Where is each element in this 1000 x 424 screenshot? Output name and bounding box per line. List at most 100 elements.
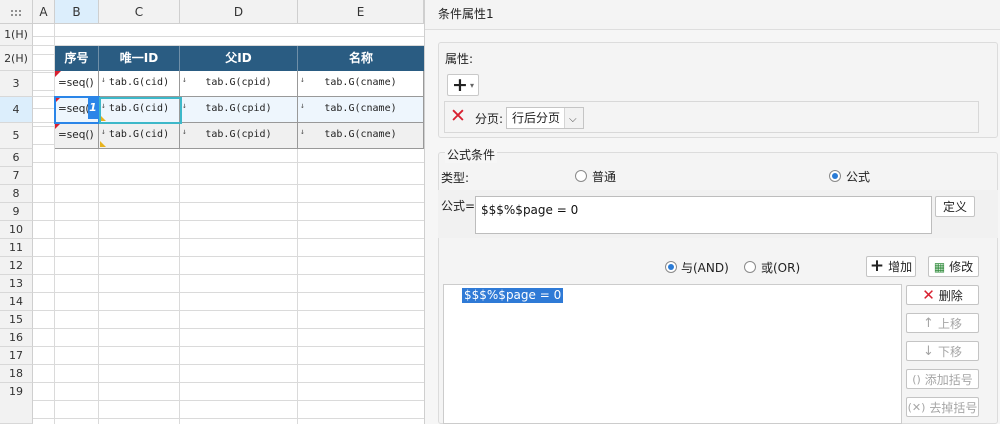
select-all-corner[interactable]	[0, 0, 33, 24]
row-header[interactable]: 17	[0, 347, 33, 365]
plus-icon: +	[452, 74, 468, 96]
yellow-corner-marker	[100, 141, 106, 147]
page-break-select[interactable]: 行后分页 ⌵	[506, 107, 584, 129]
cell-text: tab.G(cpid)	[205, 77, 272, 88]
row-header[interactable]: 5	[0, 123, 33, 149]
table-header-cell[interactable]: 名称	[298, 46, 424, 71]
grid-line	[179, 149, 180, 424]
remove-parentheses-button[interactable]: (✕) 去掉括号	[906, 397, 979, 417]
expand-down-icon: ↓	[101, 75, 106, 84]
grid-line	[33, 70, 55, 71]
formula-input[interactable]: $$$%$page = 0	[475, 196, 932, 234]
cell-text: tab.G(cid)	[108, 77, 170, 88]
move-up-button[interactable]: ↑ 上移	[906, 313, 979, 333]
row-header[interactable]: 1(H)	[0, 24, 33, 46]
row-header[interactable]: 8	[0, 185, 33, 203]
row-header[interactable]: 12	[0, 257, 33, 275]
parentheses-icon: ()	[912, 372, 921, 386]
page-break-label: 分页:	[475, 112, 504, 126]
condition-list-item[interactable]: $$$%$page = 0	[462, 288, 564, 303]
type-normal-label[interactable]: 普通	[592, 168, 616, 185]
data-cell[interactable]: ↓ tab.G(cpid)	[180, 97, 298, 123]
data-cell[interactable]: ↓ tab.G(cname)	[298, 97, 424, 123]
logic-and-radio[interactable]	[665, 261, 677, 273]
column-header-c[interactable]: C	[99, 0, 180, 24]
cell-text: =seq()	[58, 77, 94, 89]
add-property-button[interactable]: + ▾	[447, 74, 479, 96]
row-header[interactable]: 19	[0, 383, 33, 424]
column-header-d[interactable]: D	[180, 0, 298, 24]
delete-button[interactable]: ✕ 删除	[906, 285, 979, 305]
modify-button[interactable]: ▦ 修改	[928, 256, 979, 277]
move-down-label: 下移	[937, 344, 962, 359]
column-header-e[interactable]: E	[298, 0, 424, 24]
chevron-down-icon: ▾	[470, 81, 475, 90]
delete-button-label: 删除	[938, 288, 963, 303]
grid-line	[33, 96, 55, 97]
move-down-button[interactable]: ↓ 下移	[906, 341, 979, 361]
define-button[interactable]: 定义	[935, 196, 975, 217]
row-header[interactable]: 14	[0, 293, 33, 311]
data-cell[interactable]: ↓ tab.G(cpid)	[180, 71, 298, 97]
expand-down-icon: ↓	[300, 75, 305, 84]
expand-down-icon: ↓	[182, 127, 187, 136]
row-header[interactable]: 15	[0, 311, 33, 329]
row-header[interactable]: 3	[0, 71, 33, 97]
page-break-value: 行后分页	[512, 111, 561, 125]
cell-text: =seq()	[58, 129, 94, 141]
red-corner-marker	[55, 71, 61, 77]
data-cell[interactable]: ↓ tab.G(cpid)	[180, 123, 298, 149]
row-header[interactable]: 18	[0, 365, 33, 383]
column-header-b[interactable]: B	[55, 0, 99, 24]
logic-or-label[interactable]: 或(OR)	[761, 259, 800, 276]
red-x-icon: ✕	[450, 105, 466, 127]
row-header[interactable]: 6	[0, 149, 33, 167]
data-cell[interactable]: ↓ tab.G(cid)	[99, 71, 180, 97]
data-cell[interactable]: =seq()	[55, 71, 99, 97]
row-header[interactable]: 16	[0, 329, 33, 347]
row-header[interactable]: 4	[0, 97, 33, 123]
grid-line	[98, 149, 99, 424]
data-cell[interactable]: ↓ tab.G(cid)	[99, 123, 180, 149]
table-header-cell[interactable]: 唯一ID	[99, 46, 180, 71]
properties-label: 属性:	[445, 52, 474, 66]
add-parentheses-label: 添加括号	[924, 372, 973, 387]
type-formula-label[interactable]: 公式	[846, 168, 870, 185]
panel-titlebar	[425, 0, 1000, 30]
secondary-selection-outline	[99, 97, 182, 124]
add-button-label: 增加	[888, 260, 913, 274]
data-cell[interactable]: =seq()	[55, 123, 99, 149]
row-header[interactable]: 13	[0, 275, 33, 293]
grid-line	[297, 149, 298, 424]
cell-text: tab.G(cpid)	[205, 103, 272, 114]
cell-text: tab.G(cpid)	[205, 129, 272, 140]
row-header[interactable]: 9	[0, 203, 33, 221]
row-header[interactable]: 10	[0, 221, 33, 239]
add-button[interactable]: + 增加	[866, 256, 916, 277]
column-header-a[interactable]: A	[33, 0, 55, 24]
type-normal-radio[interactable]	[575, 170, 587, 182]
table-header-cell[interactable]: 序号	[55, 46, 99, 71]
row-header[interactable]: 11	[0, 239, 33, 257]
logic-and-label[interactable]: 与(AND)	[681, 259, 729, 276]
modify-button-label: 修改	[949, 260, 974, 274]
type-label: 类型:	[441, 171, 470, 185]
data-cell[interactable]: ↓ tab.G(cname)	[298, 123, 424, 149]
arrow-up-icon: ↑	[923, 315, 934, 331]
cell-text: tab.G(cname)	[324, 103, 397, 114]
expand-down-icon: ↓	[300, 127, 305, 136]
type-formula-radio[interactable]	[829, 170, 841, 182]
row-header[interactable]: 7	[0, 167, 33, 185]
row-header[interactable]: 2(H)	[0, 46, 33, 71]
move-up-label: 上移	[937, 316, 962, 331]
expand-down-icon: ↓	[182, 75, 187, 84]
logic-or-radio[interactable]	[744, 261, 756, 273]
remove-property-button[interactable]: ✕	[447, 105, 469, 129]
formula-condition-label: 公式条件	[445, 146, 498, 163]
data-cell[interactable]: ↓ tab.G(cname)	[298, 71, 424, 97]
cell-text: tab.G(cid)	[108, 129, 170, 140]
dropdown-button[interactable]: ⌵	[564, 108, 583, 128]
add-parentheses-button[interactable]: () 添加括号	[906, 369, 979, 389]
condition-list[interactable]: $$$%$page = 0	[443, 284, 902, 424]
table-header-cell[interactable]: 父ID	[180, 46, 298, 71]
